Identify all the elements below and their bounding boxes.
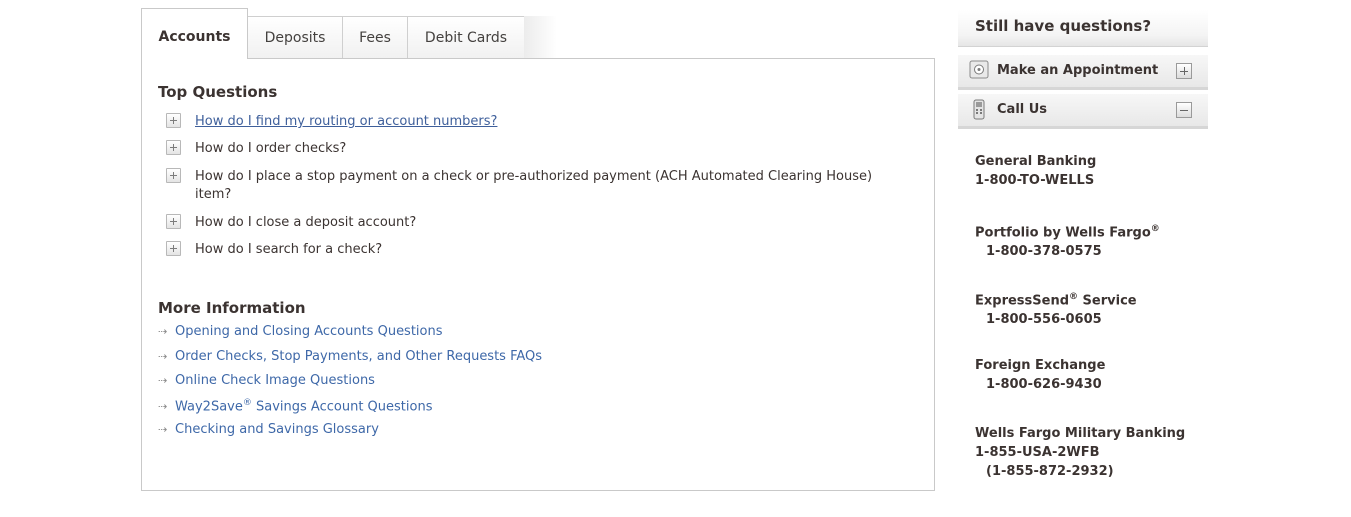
contact-number: 1-855-USA-2WFB [975, 445, 1100, 460]
safe-icon [969, 60, 989, 84]
more-info-link-item: ⇢ Online Check Image Questions [158, 373, 375, 388]
expand-plus-icon[interactable] [166, 140, 181, 155]
question-item[interactable]: How do I find my routing or account numb… [166, 113, 497, 131]
tab-deposits[interactable]: Deposits [247, 16, 343, 58]
call-us-label[interactable]: Call Us [997, 102, 1047, 117]
more-info-link-item: ⇢ Way2Save® Savings Account Questions [158, 398, 432, 414]
tab-accounts[interactable]: Accounts [141, 8, 248, 59]
arrow-right-icon: ⇢ [158, 423, 168, 436]
expand-plus-icon[interactable] [166, 214, 181, 229]
make-appointment-label[interactable]: Make an Appointment [997, 63, 1158, 78]
arrow-right-icon: ⇢ [158, 374, 168, 387]
arrow-right-icon: ⇢ [158, 325, 168, 338]
question-item[interactable]: How do I order checks? [166, 140, 346, 158]
collapse-minus-icon[interactable] [1176, 102, 1192, 118]
contact-number: 1-800-556-0605 [986, 312, 1102, 328]
question-text[interactable]: How do I order checks? [195, 140, 346, 158]
question-item[interactable]: How do I search for a check? [166, 241, 382, 259]
sidebar-title: Still have questions? [975, 17, 1152, 35]
more-info-link[interactable]: Order Checks, Stop Payments, and Other R… [175, 349, 542, 364]
expand-plus-icon[interactable] [1176, 63, 1192, 79]
contact-alt-number: (1-855-872-2932) [986, 464, 1114, 479]
contact-name: Foreign Exchange [975, 358, 1106, 373]
contact-portfolio: Portfolio by Wells Fargo® 1-800-378-0575 [975, 220, 1160, 261]
tab-bar: Accounts Deposits Fees Debit Cards [141, 8, 561, 59]
make-appointment-accordion[interactable]: Make an Appointment [958, 55, 1208, 90]
question-text[interactable]: How do I close a deposit account? [195, 214, 416, 232]
more-info-link-item: ⇢ Order Checks, Stop Payments, and Other… [158, 349, 542, 364]
contact-number: 1-800-626-9430 [986, 377, 1102, 392]
top-questions-heading: Top Questions [158, 83, 278, 101]
contact-expresssend: ExpressSend® Service 1-800-556-0605 [975, 288, 1137, 329]
contact-foreign-exchange: Foreign Exchange 1-800-626-9430 [975, 356, 1105, 394]
registered-mark: ® [242, 398, 252, 408]
question-text[interactable]: How do I place a stop payment on a check… [195, 168, 895, 204]
arrow-right-icon: ⇢ [158, 350, 168, 363]
question-item[interactable]: How do I close a deposit account? [166, 214, 416, 232]
tab-debit-cards[interactable]: Debit Cards [407, 16, 525, 58]
more-info-link-way2save[interactable]: Way2Save® Savings Account Questions [175, 398, 432, 414]
question-text[interactable]: How do I search for a check? [195, 241, 382, 259]
registered-mark: ® [1069, 292, 1079, 302]
contact-number: 1-800-TO-WELLS [975, 173, 1095, 188]
call-us-accordion[interactable]: Call Us [958, 94, 1208, 129]
contact-name: Wells Fargo Military Banking [975, 426, 1186, 441]
more-info-link[interactable]: Checking and Savings Glossary [175, 422, 379, 437]
question-text[interactable]: How do I find my routing or account numb… [195, 113, 497, 131]
tab-bar-shadow [524, 16, 557, 58]
tab-fees[interactable]: Fees [342, 16, 408, 58]
phone-icon [969, 99, 989, 125]
more-information-heading: More Information [158, 299, 306, 317]
registered-mark: ® [1150, 224, 1160, 234]
more-info-link[interactable]: Online Check Image Questions [175, 373, 375, 388]
contact-name: General Banking [975, 154, 1097, 169]
more-info-link-item: ⇢ Opening and Closing Accounts Questions [158, 324, 443, 339]
link-text-after: Savings Account Questions [251, 399, 433, 415]
contact-general-banking: General Banking 1-800-TO-WELLS [975, 152, 1096, 190]
more-info-link[interactable]: Opening and Closing Accounts Questions [175, 324, 443, 339]
contact-name-after: Service [1078, 293, 1137, 309]
more-info-link-item: ⇢ Checking and Savings Glossary [158, 422, 379, 437]
contact-name: Portfolio by Wells Fargo [975, 225, 1151, 241]
expand-plus-icon[interactable] [166, 241, 181, 256]
expand-plus-icon[interactable] [166, 113, 181, 128]
sidebar-header: Still have questions? [958, 10, 1208, 47]
expand-plus-icon[interactable] [166, 168, 181, 183]
tab-panel-accounts: Top Questions How do I find my routing o… [141, 58, 935, 491]
alt-number-value: 1-855-872-2932 [991, 464, 1108, 479]
contact-military-banking: Wells Fargo Military Banking 1-855-USA-2… [975, 424, 1185, 481]
arrow-right-icon: ⇢ [158, 399, 168, 413]
question-item[interactable]: How do I place a stop payment on a check… [166, 168, 895, 204]
contact-number: 1-800-378-0575 [986, 244, 1102, 260]
contact-name: ExpressSend [975, 293, 1070, 309]
link-text: Way2Save [175, 399, 243, 415]
